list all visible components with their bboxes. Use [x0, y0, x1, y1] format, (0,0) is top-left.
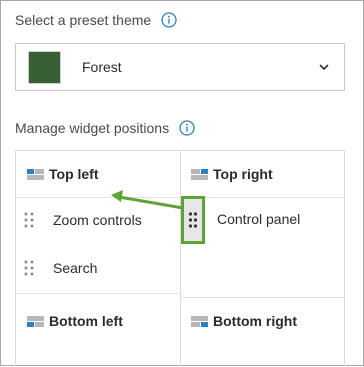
widget-item-control-panel[interactable]: Control panel — [217, 211, 300, 227]
widget-item-label: Control panel — [217, 211, 301, 227]
widget-item-label: Search — [53, 260, 98, 276]
zone-top-left-label: Top left — [49, 166, 99, 182]
chevron-down-icon — [319, 64, 329, 71]
grid-row-divider — [16, 293, 180, 294]
drag-handle-icon[interactable] — [23, 211, 35, 229]
zone-bottom-left-label: Bottom left — [49, 313, 123, 329]
top-left-position-icon — [27, 168, 44, 180]
zone-top-right: Top right — [191, 166, 273, 182]
drag-handle-icon[interactable] — [23, 259, 35, 277]
widget-item-search[interactable]: Search — [23, 259, 97, 277]
widget-item-zoom-controls[interactable]: Zoom controls — [23, 211, 142, 229]
widget-positions-heading: Manage widget positions — [15, 120, 195, 136]
theme-swatch — [28, 50, 61, 84]
drag-direction-arrow-icon — [111, 190, 184, 210]
grid-column-divider — [180, 151, 181, 367]
info-icon[interactable] — [161, 12, 177, 28]
grid-row-divider — [181, 297, 344, 298]
zone-bottom-left: Bottom left — [27, 313, 123, 329]
preset-theme-label: Select a preset theme — [15, 12, 152, 28]
preset-theme-heading: Select a preset theme — [15, 12, 177, 28]
bottom-right-position-icon — [191, 315, 208, 327]
widget-position-grid — [15, 150, 345, 367]
zone-bottom-right-label: Bottom right — [213, 313, 297, 329]
theme-select[interactable]: Forest — [15, 43, 345, 91]
theme-select-value: Forest — [82, 59, 122, 75]
widget-positions-label: Manage widget positions — [15, 120, 170, 136]
top-right-position-icon — [191, 168, 208, 180]
zone-top-left: Top left — [27, 166, 99, 182]
zone-bottom-right: Bottom right — [191, 313, 297, 329]
drag-handle-icon — [188, 212, 198, 228]
zone-top-right-label: Top right — [213, 166, 273, 182]
bottom-left-position-icon — [27, 315, 44, 327]
info-icon[interactable] — [179, 120, 195, 136]
widget-item-label: Zoom controls — [53, 212, 142, 228]
